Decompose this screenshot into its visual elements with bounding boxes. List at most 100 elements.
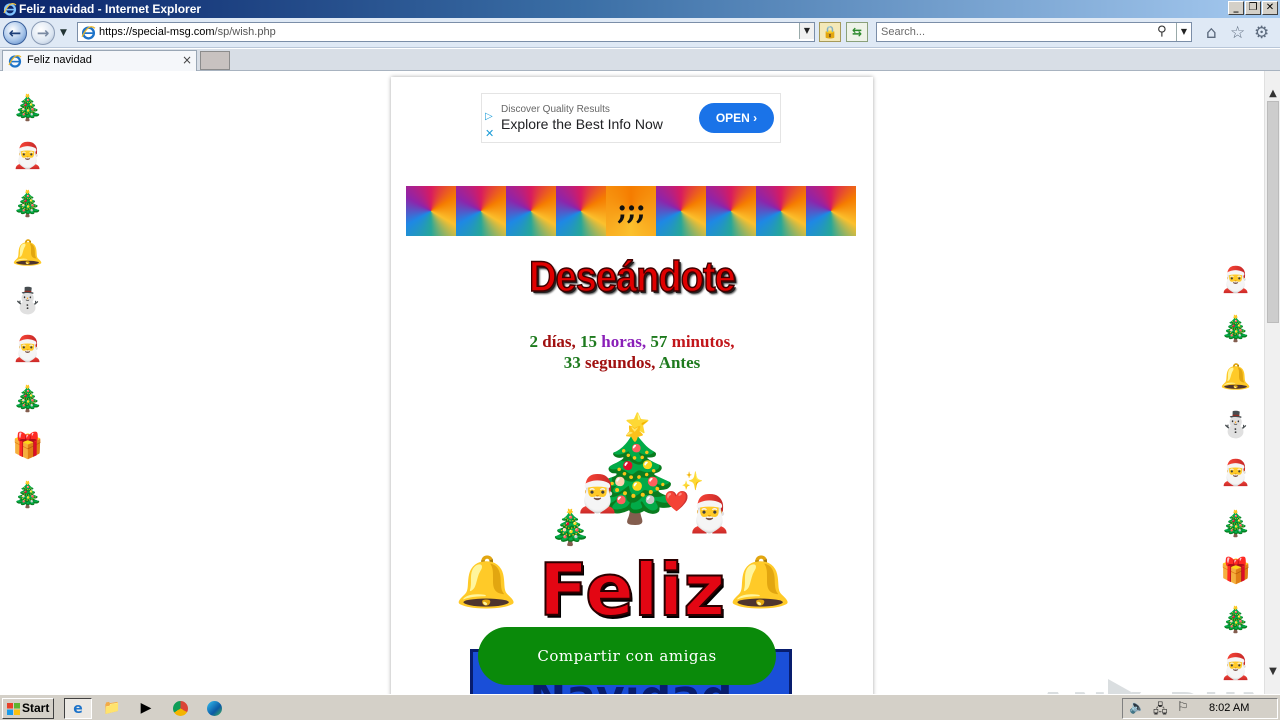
countdown-suffix: Antes (658, 353, 701, 372)
strip-tile (406, 186, 456, 236)
start-label: Start (22, 701, 50, 715)
taskbar-explorer-button[interactable]: 📁 (98, 698, 126, 719)
santa-icon: 🎅 (1220, 265, 1252, 294)
url-domain: https://special-msg.com (99, 26, 215, 38)
volume-icon[interactable]: 🔈 (1129, 700, 1145, 715)
santa-hat-icon: 🎅 (12, 334, 44, 363)
network-icon[interactable]: 🖧 (1153, 700, 1168, 720)
forward-icon: → (36, 24, 50, 42)
ad-subtitle: Discover Quality Results (501, 104, 610, 115)
settings-icon[interactable]: ⚙ (1254, 24, 1269, 42)
santa-icon: 🎅 (12, 141, 44, 170)
close-window-button[interactable]: ✕ (1262, 1, 1278, 15)
bell-icon: 🔔 (12, 238, 44, 267)
window-title-bar: Feliz navidad - Internet Explorer _ ❐ ✕ (0, 0, 1280, 18)
strip-tile (656, 186, 706, 236)
strip-tile (756, 186, 806, 236)
christmas-tree-icon: 🎄 (12, 189, 44, 218)
santa-hat-icon: 🎅 (1220, 458, 1252, 487)
watermark-play-icon (1108, 679, 1158, 694)
countdown-hours-word: horas, (601, 332, 647, 351)
url-text: https://special-msg.com/sp/wish.php (99, 26, 276, 38)
address-bar[interactable]: https://special-msg.com/sp/wish.php (77, 22, 815, 42)
ad-open-button[interactable]: OPEN › (699, 103, 774, 133)
strip-tile (556, 186, 606, 236)
bell-icon: 🔔 (1220, 362, 1252, 391)
scrollbar-thumb[interactable] (1267, 101, 1279, 323)
taskbar-chrome-button[interactable] (166, 698, 194, 719)
taskbar-ie-button[interactable]: e (64, 698, 92, 719)
new-tab-button[interactable] (200, 51, 230, 70)
greeting-heading: Deseándote (528, 252, 736, 302)
history-dropdown-icon[interactable]: ▼ (60, 28, 67, 38)
strip-tile (806, 186, 856, 236)
share-with-friends-button[interactable]: Compartir con amigas (478, 627, 776, 685)
watermark-right-text: RUN (1168, 684, 1264, 694)
ornament-icon: 🎄 (12, 93, 44, 122)
countdown-line-1: 2 días, 15 horas, 57 minutos, (391, 331, 873, 352)
countdown-days-word: días, (542, 332, 576, 351)
strip-tile (706, 186, 756, 236)
ornament-icon: 🎄 (12, 480, 44, 509)
forward-button[interactable]: → (31, 21, 55, 45)
vertical-scrollbar[interactable]: ▲ ▼ (1264, 71, 1280, 694)
chrome-icon (172, 700, 188, 716)
edge-icon (206, 700, 222, 716)
countdown-line-2: 33 segundos, Antes (391, 352, 873, 373)
folder-icon: 📁 (103, 700, 121, 716)
scroll-down-arrow-icon[interactable]: ▼ (1265, 663, 1280, 680)
snowman-icon: ⛄ (1220, 410, 1252, 439)
tab-title: Feliz navidad (27, 54, 92, 66)
countdown-minutes-num: 57 (650, 332, 668, 351)
ie-logo-icon (3, 3, 17, 16)
colorful-banner-strip: ;;; (406, 186, 856, 236)
start-button[interactable]: Start (2, 698, 54, 719)
home-icon[interactable]: ⌂ (1206, 24, 1217, 42)
countdown-minutes-word: minutos, (671, 332, 735, 351)
gift-icon: 🎁 (1220, 556, 1252, 585)
taskbar-media-button[interactable]: ▶ (132, 698, 160, 719)
lock-icon: 🔒 (822, 25, 838, 39)
strip-tile (456, 186, 506, 236)
greeting-card: ▷ ✕ Discover Quality Results Explore the… (391, 77, 873, 694)
ie-page-icon (81, 26, 96, 40)
search-input[interactable]: Search... (881, 26, 925, 38)
countdown-seconds-num: 33 (563, 353, 581, 372)
taskbar: Start e 📁 ▶ 🔈 🖧 ⚐ 8:02 AM (0, 694, 1280, 720)
refresh-button[interactable]: ⇆ (846, 22, 868, 42)
ad-headline[interactable]: Explore the Best Info Now (501, 116, 663, 132)
url-path: /sp/wish.php (214, 26, 276, 38)
window-title: Feliz navidad - Internet Explorer (19, 2, 202, 16)
search-box[interactable]: Search... ⚲ ▼ (876, 22, 1192, 42)
tab-close-icon[interactable]: × (182, 53, 192, 67)
clock[interactable]: 8:02 AM (1209, 702, 1249, 714)
santa-face-icon: 🎅 (687, 494, 732, 535)
snowman-icon: ⛄ (12, 286, 44, 315)
ad-choices-icon[interactable]: ▷ (485, 111, 493, 122)
minimize-button[interactable]: _ (1228, 1, 1244, 15)
search-icon[interactable]: ⚲ (1157, 24, 1167, 39)
internet-explorer-icon: e (73, 701, 83, 717)
christmas-emoji-cluster: ⭐ 🎄 🎅 🎅 🎄 ❤️ ✨ (391, 413, 873, 553)
back-button[interactable]: ← (3, 21, 27, 45)
countdown-hours-num: 15 (580, 332, 598, 351)
anyrun-watermark: ANY RUN (1036, 679, 1264, 694)
maximize-button[interactable]: ❐ (1245, 1, 1261, 15)
search-dropdown-icon[interactable]: ▼ (1176, 23, 1191, 41)
media-player-icon: ▶ (140, 700, 152, 716)
scroll-up-arrow-icon[interactable]: ▲ (1265, 85, 1280, 102)
ad-banner[interactable]: ▷ ✕ Discover Quality Results Explore the… (481, 93, 781, 143)
tab-feliz-navidad[interactable]: Feliz navidad × (2, 50, 197, 71)
taskbar-edge-button[interactable] (200, 698, 228, 719)
ad-close-icon[interactable]: ✕ (485, 127, 494, 140)
refresh-icon: ⇆ (851, 25, 863, 39)
security-lock-button[interactable]: 🔒 (819, 22, 841, 42)
windows-flag-icon (7, 703, 20, 715)
action-center-flag-icon[interactable]: ⚐ (1177, 700, 1189, 715)
countdown-days-num: 2 (529, 332, 539, 351)
heart-icon: ❤️ (664, 489, 689, 513)
favorites-icon[interactable]: ☆ (1230, 24, 1245, 42)
strip-tile (506, 186, 556, 236)
christmas-tree-icon: 🎄 (1220, 314, 1252, 343)
address-dropdown-icon[interactable]: ▼ (799, 23, 814, 39)
